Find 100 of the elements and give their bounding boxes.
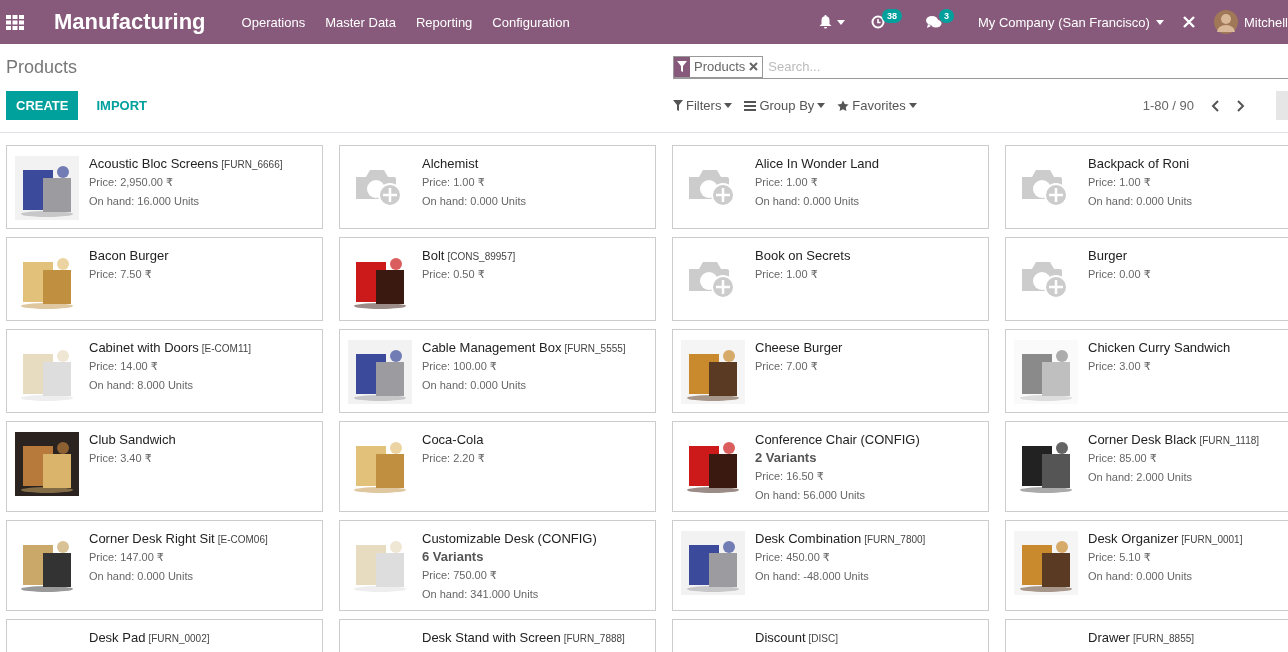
filter-dropdown[interactable]: Filters — [673, 98, 733, 113]
product-code: [FURN_0002] — [148, 633, 210, 644]
product-price: Price: 750.00 ₹ — [422, 568, 498, 583]
product-name: Cabinet with Doors — [89, 340, 199, 355]
product-price: Price: 0.50 ₹ — [422, 267, 486, 282]
product-name: Desk Organizer — [1088, 531, 1179, 546]
activity-button[interactable] — [870, 15, 885, 29]
menu-item[interactable]: Reporting — [415, 14, 473, 30]
product-card[interactable]: Desk Stand with Screen [FURN_7888] — [339, 619, 656, 652]
list-icon — [744, 100, 757, 111]
product-card[interactable]: Conference Chair (CONFIG) 2 Variants Price: 16.50 ₹ On hand: 56.000 Units — [672, 421, 989, 512]
product-card[interactable]: Customizable Desk (CONFIG) 6 Variants Price: 750.00 ₹ On hand: 341.000 Units — [339, 520, 656, 611]
on-hand-quantity: On hand: 8.000 Units — [89, 378, 194, 393]
caret-icon — [908, 103, 917, 108]
filter-icon — [673, 100, 683, 111]
product-card[interactable]: Cabinet with Doors [E-COM11] Price: 14.00 ₹ On hand: 8.000 Units — [6, 329, 323, 413]
product-card[interactable]: Club Sandwich Price: 3.40 ₹ — [6, 421, 323, 512]
product-name: Drawer — [1088, 630, 1130, 645]
on-hand-quantity: On hand: 0.000 Units — [422, 194, 526, 209]
product-name: Discount — [755, 630, 806, 645]
remove-icon[interactable] — [749, 62, 759, 71]
on-hand-quantity: On hand: -48.000 Units — [755, 569, 870, 584]
product-card[interactable]: Desk Organizer [FURN_0001] Price: 5.10 ₹ On hand: 0.000 Units — [1005, 520, 1288, 611]
user-menu[interactable]: Mitchell — [1213, 10, 1288, 34]
product-price: Price: 1.00 ₹ — [422, 175, 486, 190]
on-hand-quantity: On hand: 0.000 Units — [89, 569, 194, 584]
messages-button[interactable] — [925, 15, 942, 29]
on-hand-quantity: On hand: 56.000 Units — [755, 488, 867, 503]
filter-dropdown[interactable]: Group By — [744, 98, 826, 113]
product-card[interactable]: Discount [DISC] — [672, 619, 989, 652]
product-card[interactable]: Alchemist Price: 1.00 ₹ On hand: 0.000 Units — [339, 145, 656, 229]
next-icon[interactable] — [1236, 99, 1246, 112]
product-card[interactable]: Corner Desk Black [FURN_1118] Price: 85.00 ₹ On hand: 2.000 Units — [1005, 421, 1288, 512]
on-hand-quantity: On hand: 0.000 Units — [1088, 569, 1193, 584]
product-name: Corner Desk Black — [1088, 432, 1197, 447]
product-price: Price: 1.00 ₹ — [755, 267, 819, 282]
product-code: [CONS_89957] — [447, 251, 516, 262]
product-name: Book on Secrets — [755, 248, 851, 263]
product-card[interactable]: Drawer [FURN_8855] — [1005, 619, 1288, 652]
previous-icon[interactable] — [1210, 99, 1220, 112]
product-price: Price: 7.50 ₹ — [89, 267, 153, 282]
product-price: Price: 14.00 ₹ — [89, 359, 159, 374]
variant-count: 2 Variants — [755, 450, 818, 465]
filter-dropdown[interactable]: Favorites — [837, 98, 917, 113]
menu-item[interactable]: Master Data — [325, 14, 396, 30]
product-card[interactable]: Desk Combination [FURN_7800] Price: 450.00 ₹ On hand: -48.000 Units — [672, 520, 989, 611]
on-hand-quantity: On hand: 0.000 Units — [422, 378, 527, 393]
product-card[interactable]: Chicken Curry Sandwich Price: 3.00 ₹ — [1005, 329, 1288, 413]
product-card[interactable]: Bolt [CONS_89957] Price: 0.50 ₹ — [339, 237, 656, 321]
product-card[interactable]: Alice In Wonder Land Price: 1.00 ₹ On hand: 0.000 Units — [672, 145, 989, 229]
apps-menu-icon[interactable] — [6, 14, 24, 30]
product-price: Price: 5.10 ₹ — [1088, 550, 1152, 565]
product-name: Customizable Desk (CONFIG) — [422, 531, 597, 546]
product-code: [FURN_8855] — [1132, 633, 1195, 644]
variant-count: 6 Variants — [422, 549, 485, 564]
product-name: Corner Desk Right Sit — [89, 531, 215, 546]
product-name: Chicken Curry Sandwich — [1088, 340, 1231, 355]
menu-item[interactable]: Operations — [241, 14, 306, 30]
product-price: Price: 0.00 ₹ — [1088, 267, 1151, 282]
product-name: Conference Chair (CONFIG) — [755, 432, 920, 447]
on-hand-quantity: On hand: 2.000 Units — [1088, 470, 1193, 485]
caret-icon — [724, 103, 733, 108]
company-switcher[interactable]: My Company (San Francisco) — [977, 14, 1164, 30]
product-price: Price: 147.00 ₹ — [89, 550, 165, 565]
product-code: [FURN_6666] — [221, 159, 283, 170]
product-card[interactable]: Backpack of Roni Price: 1.00 ₹ On hand: 0.000 Units — [1005, 145, 1288, 229]
product-card[interactable]: Book on Secrets Price: 1.00 ₹ — [672, 237, 989, 321]
product-name: Club Sandwich — [89, 432, 176, 447]
product-name: Backpack of Roni — [1088, 156, 1190, 171]
app-title: Manufacturing — [54, 9, 206, 35]
product-card[interactable]: Desk Pad [FURN_0002] — [6, 619, 323, 652]
product-name: Desk Stand with Screen — [422, 630, 561, 645]
product-card[interactable]: Cable Management Box [FURN_5555] Price: 100.00 ₹ On hand: 0.000 Units — [339, 329, 656, 413]
view-switch-button[interactable] — [1276, 91, 1288, 120]
tools-icon[interactable] — [1181, 15, 1196, 29]
product-card[interactable]: Burger Price: 0.00 ₹ — [1005, 237, 1288, 321]
product-code: [E-COM11] — [201, 343, 252, 354]
on-hand-quantity: On hand: 0.000 Units — [1088, 194, 1192, 209]
product-card[interactable]: Coca-Cola Price: 2.20 ₹ — [339, 421, 656, 512]
product-code: [E-COM06] — [217, 534, 268, 545]
notification-bell[interactable] — [818, 15, 845, 29]
on-hand-quantity: On hand: 16.000 Units — [89, 194, 201, 209]
product-card[interactable]: Cheese Burger Price: 7.00 ₹ — [672, 329, 989, 413]
product-name: Cable Management Box — [422, 340, 562, 355]
product-name: Bacon Burger — [89, 248, 169, 263]
avatar — [1213, 10, 1238, 34]
product-price: Price: 100.00 ₹ — [422, 359, 498, 374]
product-name: Desk Combination — [755, 531, 862, 546]
product-card[interactable]: Bacon Burger Price: 7.50 ₹ — [6, 237, 323, 321]
product-name: Alchemist — [422, 156, 479, 171]
star-icon — [837, 99, 850, 112]
product-price: Price: 3.00 ₹ — [1088, 359, 1152, 374]
product-name: Coca-Cola — [422, 432, 484, 447]
product-card[interactable]: Corner Desk Right Sit [E-COM06] Price: 147.00 ₹ On hand: 0.000 Units — [6, 520, 323, 611]
product-name: Acoustic Bloc Screens — [89, 156, 219, 171]
on-hand-quantity: On hand: 341.000 Units — [422, 587, 540, 602]
product-price: Price: 16.50 ₹ — [755, 469, 825, 484]
product-card[interactable]: Acoustic Bloc Screens [FURN_6666] Price: 2,950.00 ₹ On hand: 16.000 Units — [6, 145, 323, 229]
product-name: Bolt — [422, 248, 445, 263]
menu-item[interactable]: Configuration — [492, 14, 570, 30]
